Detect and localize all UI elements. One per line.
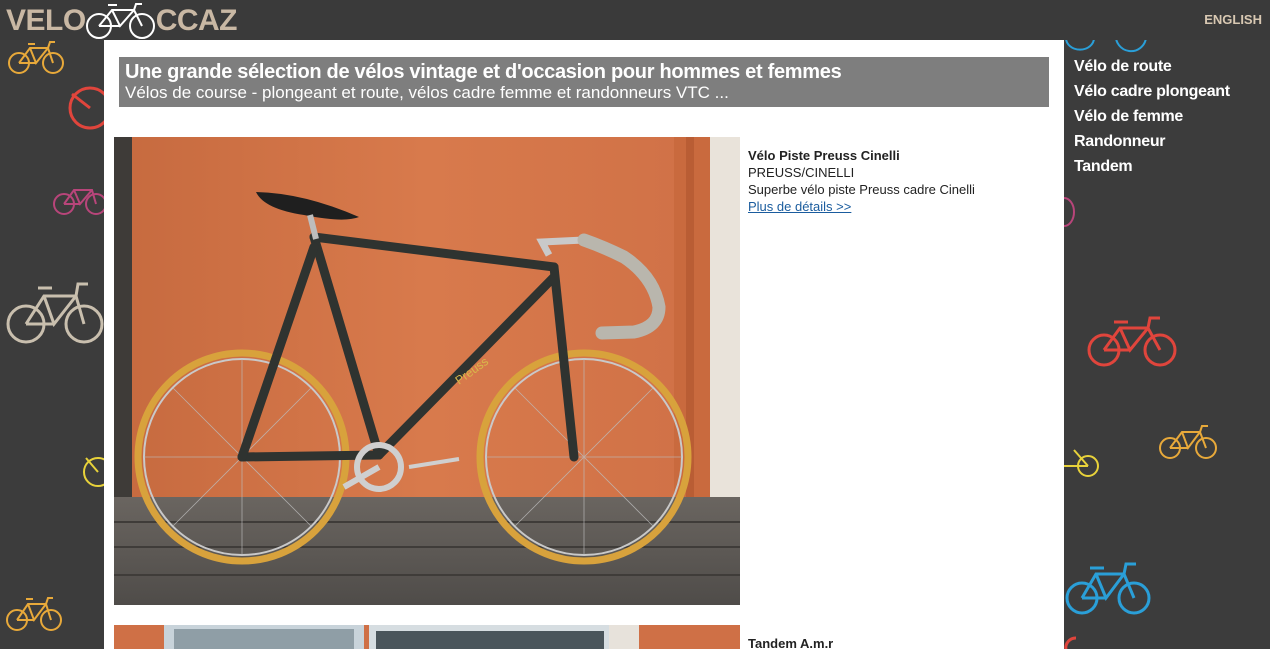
bicycle-decoration-icon: [8, 36, 64, 76]
listing-brand: PREUSS/CINELLI: [748, 165, 855, 180]
bicycle-decoration-icon: [1064, 630, 1080, 649]
nav-item-randonneur[interactable]: Randonneur: [1074, 129, 1264, 154]
bicycle-decoration-icon: [62, 84, 104, 132]
category-nav: Vélo de route Vélo cadre plongeant Vélo …: [1074, 54, 1264, 179]
language-switch-link[interactable]: ENGLISH: [1204, 12, 1262, 27]
bicycle-decoration-icon: [6, 590, 62, 634]
nav-item-velo-de-route[interactable]: Vélo de route: [1074, 54, 1264, 79]
main-content: Une grande sélection de vélos vintage et…: [104, 40, 1064, 649]
bicycle-decoration-icon: [6, 274, 104, 346]
listing-info: Tandem A.m.r: [748, 635, 1048, 649]
top-bar: VELO CCAZ ENGLISH: [0, 0, 1270, 40]
bicycle-decoration-icon: [80, 450, 106, 490]
nav-item-velo-cadre-plongeant[interactable]: Vélo cadre plongeant: [1074, 79, 1264, 104]
nav-item-velo-de-femme[interactable]: Vélo de femme: [1074, 104, 1264, 129]
banner-title: Une grande sélection de vélos vintage et…: [125, 61, 842, 83]
listing-info: Vélo Piste Preuss Cinelli PREUSS/CINELLI…: [748, 147, 1048, 215]
hero-banner: Une grande sélection de vélos vintage et…: [119, 57, 1049, 107]
logo-text-right: CCAZ: [155, 4, 238, 37]
site-logo[interactable]: VELO CCAZ: [6, 2, 238, 40]
nav-item-tandem[interactable]: Tandem: [1074, 154, 1264, 179]
bicycle-decoration-icon: [1086, 312, 1178, 368]
listing-photo[interactable]: Preuss: [114, 137, 740, 605]
bicycle-decoration-icon: [52, 180, 104, 216]
bicycle-logo-icon: [85, 3, 155, 39]
listing-photo[interactable]: [114, 625, 740, 649]
bicycle-decoration-icon: [1158, 422, 1218, 460]
bicycle-decoration-icon: [1064, 444, 1100, 478]
details-link[interactable]: Plus de détails >>: [748, 199, 851, 214]
logo-text-left: VELO: [6, 4, 86, 37]
bicycle-decoration-icon: [1064, 192, 1078, 232]
bicycle-decoration-icon: [1064, 558, 1154, 616]
listing-title: Tandem A.m.r: [748, 636, 834, 649]
tandem-photo-image: [114, 625, 740, 649]
bicycle-photo-image: Preuss: [114, 137, 740, 605]
listing-title: Vélo Piste Preuss Cinelli: [748, 148, 900, 163]
banner-subtitle: Vélos de course - plongeant et route, vé…: [125, 83, 729, 102]
listing-description: Superbe vélo piste Preuss cadre Cinelli: [748, 182, 975, 197]
